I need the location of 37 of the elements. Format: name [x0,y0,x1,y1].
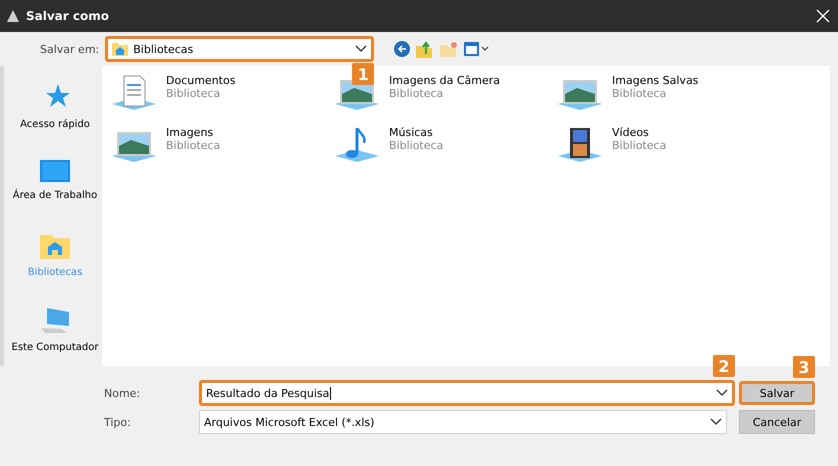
file-type: Biblioteca [612,87,668,100]
type-label: Tipo: [104,416,132,428]
type-dropdown[interactable]: Arquivos Microsoft Excel (*.xls) [199,410,727,434]
folder-icon [112,42,128,56]
computer-icon [39,306,71,334]
file-type: Biblioteca [389,139,444,152]
sidebar-item[interactable]: Este Computador [8,294,102,366]
file-name[interactable]: Imagens [166,126,220,139]
cancel-button[interactable]: Cancelar [739,410,815,434]
folder-icon [40,232,70,259]
file-type: Biblioteca [389,87,444,100]
file-name[interactable]: Imagens Salvas [612,74,698,87]
file-name[interactable]: Músicas [389,126,444,139]
view-menu-icon[interactable] [464,41,490,57]
callout-badge: 1 [352,63,374,85]
back-icon[interactable] [394,41,410,57]
sidebar-item[interactable]: Acesso rápido [8,70,102,142]
window-title: Salvar como [26,9,110,23]
name-label: Nome: [104,386,142,400]
file-name[interactable]: Imagens da Câmera [389,74,500,87]
folder-up-icon[interactable] [416,40,434,58]
file-type: Biblioteca [166,87,222,100]
chevron-down-icon[interactable] [355,45,368,53]
close-icon[interactable] [816,9,830,23]
monitor-icon [40,160,70,182]
file-type: Biblioteca [166,139,220,152]
location-label: Salvar em: [40,42,100,56]
file-name[interactable]: Vídeos [612,126,666,139]
location-value: Bibliotecas [133,42,194,56]
file-type: Biblioteca [612,139,666,152]
sidebar-item[interactable]: Área de Trabalho [8,144,102,217]
chevron-down-icon[interactable] [716,389,728,397]
file-name[interactable]: Documentos [166,74,236,87]
chevron-down-icon[interactable] [710,418,722,426]
app-logo-icon [6,9,20,23]
callout-badge: 3 [793,356,815,378]
callout-badge: 2 [713,355,735,377]
